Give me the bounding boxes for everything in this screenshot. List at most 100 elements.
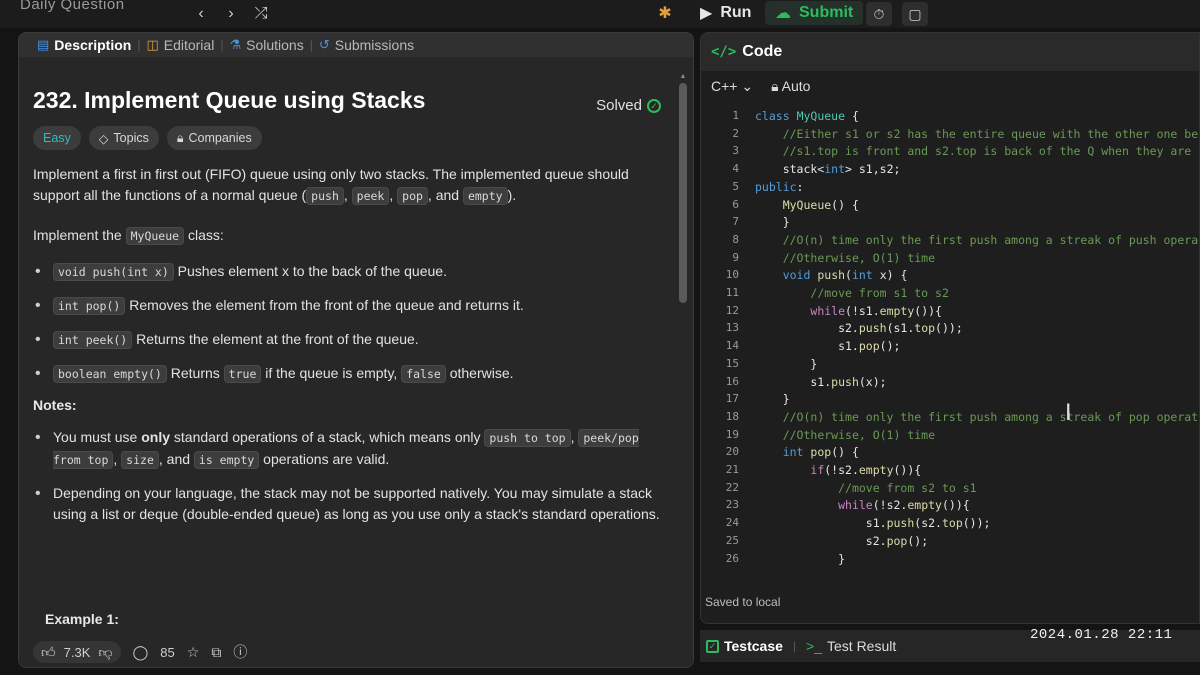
- line-number: 19: [725, 427, 739, 441]
- code-line[interactable]: 25 s2.pop();: [701, 533, 1199, 552]
- chevron-down-icon: ⌄: [741, 77, 754, 94]
- description-scrollbar[interactable]: ▲ ▼: [679, 73, 687, 653]
- code-text: //Otherwise, O(1) time: [782, 250, 936, 265]
- language-bar: C++ ⌄ 🔒︎ Auto: [701, 71, 1199, 101]
- code-text: }: [755, 392, 790, 407]
- tab-test-result[interactable]: >_ Test Result: [806, 638, 896, 654]
- code-line[interactable]: 17 }: [701, 392, 1199, 410]
- code-text: //Otherwise, O(1) time: [782, 427, 936, 442]
- code-line[interactable]: 12 while(!s1.empty()){: [701, 303, 1199, 322]
- code-line[interactable]: 19 //Otherwise, O(1) time: [701, 427, 1199, 446]
- language-select[interactable]: C++ ⌄: [711, 78, 753, 95]
- code-line[interactable]: 6 MyQueue() {: [701, 197, 1199, 216]
- code-text: s2.push(s1.top());: [755, 321, 963, 336]
- line-number: 17: [725, 392, 739, 406]
- code-line[interactable]: 26 }: [701, 551, 1199, 570]
- lock-icon: 🔒︎: [176, 130, 184, 145]
- play-icon: ▶: [700, 5, 713, 22]
- tab-testcase[interactable]: ✓ Testcase: [706, 638, 783, 654]
- code-line[interactable]: 1 class MyQueue {: [701, 109, 1199, 127]
- code-line[interactable]: 10 void push(int x) {: [701, 268, 1199, 286]
- code-line[interactable]: 4 stack<int> s1,s2;: [701, 162, 1199, 180]
- line-number: 6: [732, 197, 739, 211]
- code-text: }: [755, 551, 846, 566]
- submit-button[interactable]: ☁ Submit: [765, 1, 864, 25]
- tab-description[interactable]: ▤ Description: [31, 37, 137, 53]
- timer-icon[interactable]: ⏱: [866, 2, 892, 26]
- description-footer: 👍︎ 7.3K 👎︎ ◯ 85 ☆ ⧉ ⓘ: [19, 637, 693, 667]
- save-status: Saved to local: [705, 595, 781, 609]
- prev-arrow-icon[interactable]: ‹: [190, 3, 212, 25]
- code-line[interactable]: 9 //Otherwise, O(1) time: [701, 250, 1199, 269]
- debug-icon[interactable]: ✱: [654, 3, 676, 25]
- code-text: while(!s1.empty()){: [810, 303, 942, 318]
- code-line[interactable]: 20 int pop() {: [701, 445, 1199, 463]
- code-line[interactable]: 18 //O(n) time only the first push among…: [701, 410, 1199, 428]
- companies-button[interactable]: 🔒︎ Companies: [166, 126, 262, 150]
- tab-editorial[interactable]: ◫ Editorial: [140, 37, 220, 53]
- run-button[interactable]: ▶ Run: [690, 1, 761, 25]
- code-line[interactable]: 14 s1.pop();: [701, 339, 1199, 357]
- tab-solutions[interactable]: ⚗ Solutions: [223, 37, 309, 53]
- code-line[interactable]: 21 if(!s2.empty()){: [701, 463, 1199, 481]
- code-line[interactable]: 2 //Either s1 or s2 has the entire queue…: [701, 126, 1199, 145]
- code-line[interactable]: 5 public:: [701, 180, 1199, 198]
- code-line[interactable]: 13 s2.push(s1.top());: [701, 321, 1199, 339]
- line-number: 7: [732, 215, 739, 229]
- line-number: 8: [732, 232, 739, 246]
- daily-question-label[interactable]: Daily Question: [20, 0, 125, 13]
- line-number: 11: [725, 286, 739, 299]
- flask-icon: ⚗: [229, 37, 242, 52]
- star-icon[interactable]: ☆: [187, 644, 200, 661]
- code-line[interactable]: 24 s1.push(s2.top());: [701, 516, 1199, 534]
- code-text: //s1.top is front and s2.top is back of …: [782, 144, 1200, 159]
- code-line[interactable]: 3 //s1.top is front and s2.top is back o…: [701, 144, 1200, 162]
- line-number: 23: [725, 498, 739, 512]
- code-text: MyQueue() {: [782, 197, 859, 212]
- method-list: void push(int x) Pushes element x to the…: [33, 261, 673, 385]
- code-text: stack<int> s1,s2;: [755, 162, 901, 177]
- problem-content: 232. Implement Queue using Stacks Solved…: [33, 69, 673, 537]
- notes-icon[interactable]: ▢: [902, 2, 928, 26]
- problem-title: 232. Implement Queue using Stacks: [33, 87, 426, 113]
- topics-button[interactable]: ◇ Topics: [88, 126, 159, 150]
- code-line[interactable]: 7 }: [701, 215, 1199, 233]
- code-text: //move from s1 to s2: [810, 286, 949, 300]
- scroll-up-icon[interactable]: ▲: [679, 73, 687, 81]
- comment-icon[interactable]: ◯: [133, 644, 149, 661]
- code-line[interactable]: 8 //O(n) time only the first push among …: [701, 232, 1199, 251]
- next-arrow-icon[interactable]: ›: [220, 3, 242, 25]
- thumbs-up-icon[interactable]: 👍︎: [41, 644, 56, 661]
- implement-line: Implement the MyQueue class:: [33, 227, 224, 245]
- code-editor[interactable]: 1 class MyQueue {2 //Either s1 or s2 has …: [701, 109, 1200, 579]
- code-line[interactable]: 16 s1.push(x);: [701, 374, 1199, 393]
- book-icon: ◫: [146, 37, 159, 52]
- code-text: s1.push(s2.top());: [755, 516, 991, 531]
- line-number: 25: [725, 533, 739, 547]
- photo-timestamp: 2024.01.28 22:11: [1030, 627, 1173, 643]
- line-number: 1: [732, 109, 739, 122]
- difficulty-badge[interactable]: Easy: [33, 126, 81, 150]
- list-item: int pop() Removes the element from the f…: [33, 295, 673, 317]
- line-number: 20: [725, 445, 739, 459]
- line-number: 24: [725, 516, 739, 530]
- code-line[interactable]: 11 //move from s1 to s2: [701, 286, 1199, 304]
- code-line[interactable]: 15 }: [701, 357, 1199, 375]
- code-line[interactable]: 22 //move from s2 to s1: [701, 481, 1199, 499]
- thumbs-down-icon[interactable]: 👎︎: [98, 644, 112, 661]
- line-number: 16: [725, 374, 739, 388]
- example-heading: Example 1:: [45, 611, 119, 627]
- problem-intro: Implement a first in first out (FIFO) qu…: [33, 166, 629, 205]
- scroll-thumb[interactable]: [679, 83, 687, 303]
- terminal-icon: >_: [806, 638, 822, 654]
- line-number: 2: [732, 126, 739, 140]
- text-cursor-icon: I: [1065, 401, 1072, 426]
- tag-icon: ◇: [98, 131, 109, 146]
- help-icon[interactable]: ⓘ: [233, 642, 247, 662]
- tab-submissions[interactable]: ↺ Submissions: [313, 37, 420, 53]
- auto-mode[interactable]: 🔒︎ Auto: [771, 78, 810, 95]
- share-icon[interactable]: ⧉: [211, 644, 221, 661]
- lock-icon: 🔒︎: [771, 77, 779, 94]
- code-line[interactable]: 23 while(!s2.empty()){: [701, 498, 1199, 516]
- shuffle-icon[interactable]: ⤮: [250, 3, 272, 25]
